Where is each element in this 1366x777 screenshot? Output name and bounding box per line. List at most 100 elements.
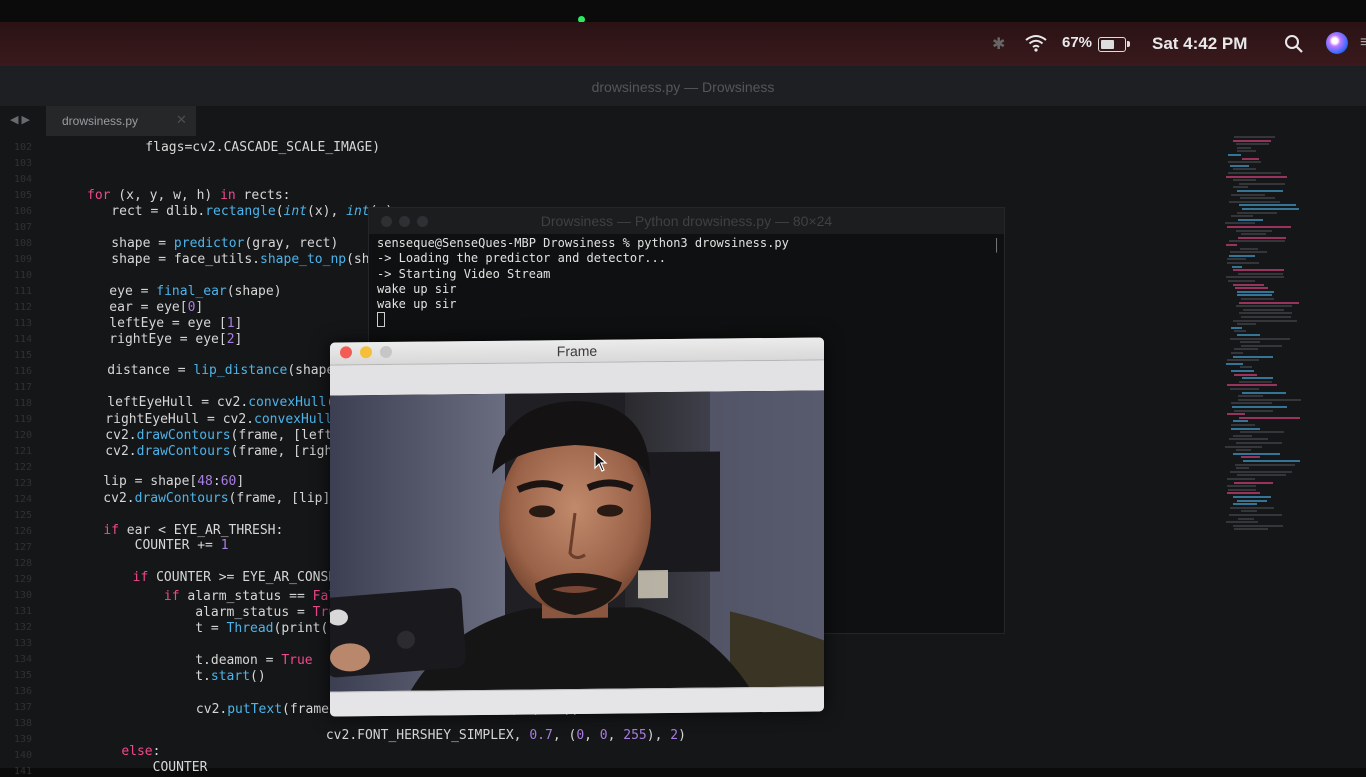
minimap-line [1227, 485, 1256, 488]
terminal-line: wake up sir [377, 281, 457, 296]
minimap-line [1243, 460, 1300, 462]
line-number: 109 [14, 254, 33, 265]
minimap-line [1233, 434, 1252, 437]
line-number: 115 [14, 350, 33, 361]
line-number: 111 [14, 286, 33, 297]
minimap-line [1234, 136, 1275, 138]
minimap-line [1235, 463, 1295, 466]
minimap-line [1233, 179, 1256, 182]
minimap-line [1240, 431, 1284, 434]
minimap-line [1226, 521, 1258, 524]
terminal-line: -> Starting Video Stream [377, 266, 551, 281]
bluetooth-icon[interactable]: ✱ [992, 34, 1005, 54]
code-line: rightEye = eye[2] [78, 332, 243, 347]
line-number: 135 [14, 670, 33, 681]
minimap-line [1237, 211, 1277, 214]
minimap-line [1231, 402, 1272, 405]
minimap-line [1229, 240, 1285, 243]
minimap-line [1241, 233, 1266, 236]
minimap-line [1243, 308, 1284, 311]
minimap-line [1239, 312, 1292, 315]
minimap-line [1240, 247, 1258, 250]
line-number: 121 [14, 446, 33, 457]
terminal-title: Drowsiness — Python drowsiness.py — 80×2… [540, 213, 833, 229]
battery-icon[interactable] [1098, 37, 1130, 52]
minimap-line [1226, 276, 1284, 279]
code-line: if COUNTER >= EYE_AR_CONSEC_F [132, 570, 360, 585]
minimap-line [1230, 337, 1290, 340]
code-line: for (x, y, w, h) in rects: [87, 188, 291, 203]
line-number: 112 [14, 302, 33, 313]
terminal-titlebar[interactable]: Drowsiness — Python drowsiness.py — 80×2… [369, 208, 1004, 234]
code-line: t = Thread(print('wak [70, 621, 360, 636]
terminal-scrollbar[interactable]: │ [994, 238, 1002, 252]
frame-statusbar [330, 686, 824, 717]
minimap-line [1236, 442, 1282, 444]
terminal-cursor[interactable] [377, 312, 385, 328]
minimap-line [1229, 514, 1282, 516]
code-line: flags=cv2.CASCADE_SCALE_IMAGE) [114, 140, 381, 155]
code-line: alarm_status = True [70, 605, 344, 620]
code-line: cv2.FONT_HERSHEY_SIMPLEX, 0.7, (0, 0, 25… [138, 728, 686, 743]
code-line: cv2.drawContours(frame, [leftEyeH [74, 428, 364, 443]
battery-percentage: 67% [1062, 34, 1093, 51]
code-minimap[interactable] [1225, 136, 1315, 556]
frame-title: Frame [556, 342, 598, 360]
minimap-line [1230, 251, 1267, 254]
minimap-line [1238, 236, 1286, 239]
line-number: 124 [14, 494, 33, 505]
line-number: 122 [14, 462, 33, 473]
line-number: 113 [14, 318, 33, 329]
minimap-line [1237, 294, 1272, 297]
minimap-line [1228, 280, 1255, 282]
minimap-line [1231, 427, 1260, 430]
minimap-line [1238, 395, 1263, 398]
siri-icon[interactable] [1326, 32, 1348, 54]
frame-window[interactable]: Frame [330, 337, 824, 717]
line-number: 140 [14, 750, 33, 761]
code-line: rect = dlib.rectangle(int(x), int(y), [80, 204, 401, 219]
line-number: 103 [14, 158, 33, 169]
code-line: ear = eye[0] [78, 300, 204, 315]
minimap-line [1242, 377, 1273, 380]
line-number: 132 [14, 622, 33, 633]
line-number: 114 [14, 334, 33, 345]
line-number: 133 [14, 638, 33, 649]
terminal-line: -> Loading the predictor and detector... [377, 251, 666, 266]
minimap-line [1230, 470, 1292, 473]
minimap-line [1227, 226, 1291, 228]
minimap-line [1241, 456, 1260, 459]
tab-close-icon[interactable]: ✕ [176, 112, 187, 128]
mouse-pointer-icon [594, 452, 608, 472]
wifi-icon[interactable] [1024, 34, 1048, 52]
minimap-line [1233, 524, 1283, 527]
minimap-line [1237, 146, 1251, 149]
minimap-line [1238, 517, 1254, 520]
minimap-line [1233, 186, 1248, 189]
minimap-line [1234, 373, 1257, 376]
minimap-line [1228, 488, 1256, 491]
minimap-line [1227, 492, 1260, 495]
tab-drowsiness-py[interactable]: drowsiness.py ✕ [46, 106, 196, 136]
spotlight-search-icon[interactable] [1284, 34, 1304, 54]
code-line: t.start() [70, 669, 266, 684]
tab-nav-arrows-icon[interactable]: ◀▶ [10, 113, 33, 126]
minimap-line [1230, 506, 1274, 509]
minimap-line [1242, 157, 1259, 160]
minimap-line [1233, 452, 1280, 455]
minimap-line [1234, 330, 1246, 333]
menubar-clock[interactable]: Sat 4:42 PM [1152, 34, 1247, 54]
minimap-line [1233, 139, 1271, 142]
minimap-line [1233, 420, 1248, 423]
minimap-line [1236, 449, 1251, 452]
code-line: rightEyeHull = cv2.convexHull(rig [74, 412, 363, 427]
minimap-line [1227, 413, 1245, 416]
minimap-line [1227, 258, 1246, 261]
line-number: 130 [14, 590, 33, 601]
minimap-line [1236, 143, 1269, 146]
code-line: leftEyeHull = cv2.convexHull(left [76, 395, 365, 410]
menu-extras-icon[interactable]: ≡ [1360, 34, 1366, 52]
minimap-line [1233, 496, 1271, 498]
minimap-line [1227, 384, 1277, 387]
menu-bar: ✱ 67% Sat 4:42 PM ≡ [0, 22, 1366, 66]
